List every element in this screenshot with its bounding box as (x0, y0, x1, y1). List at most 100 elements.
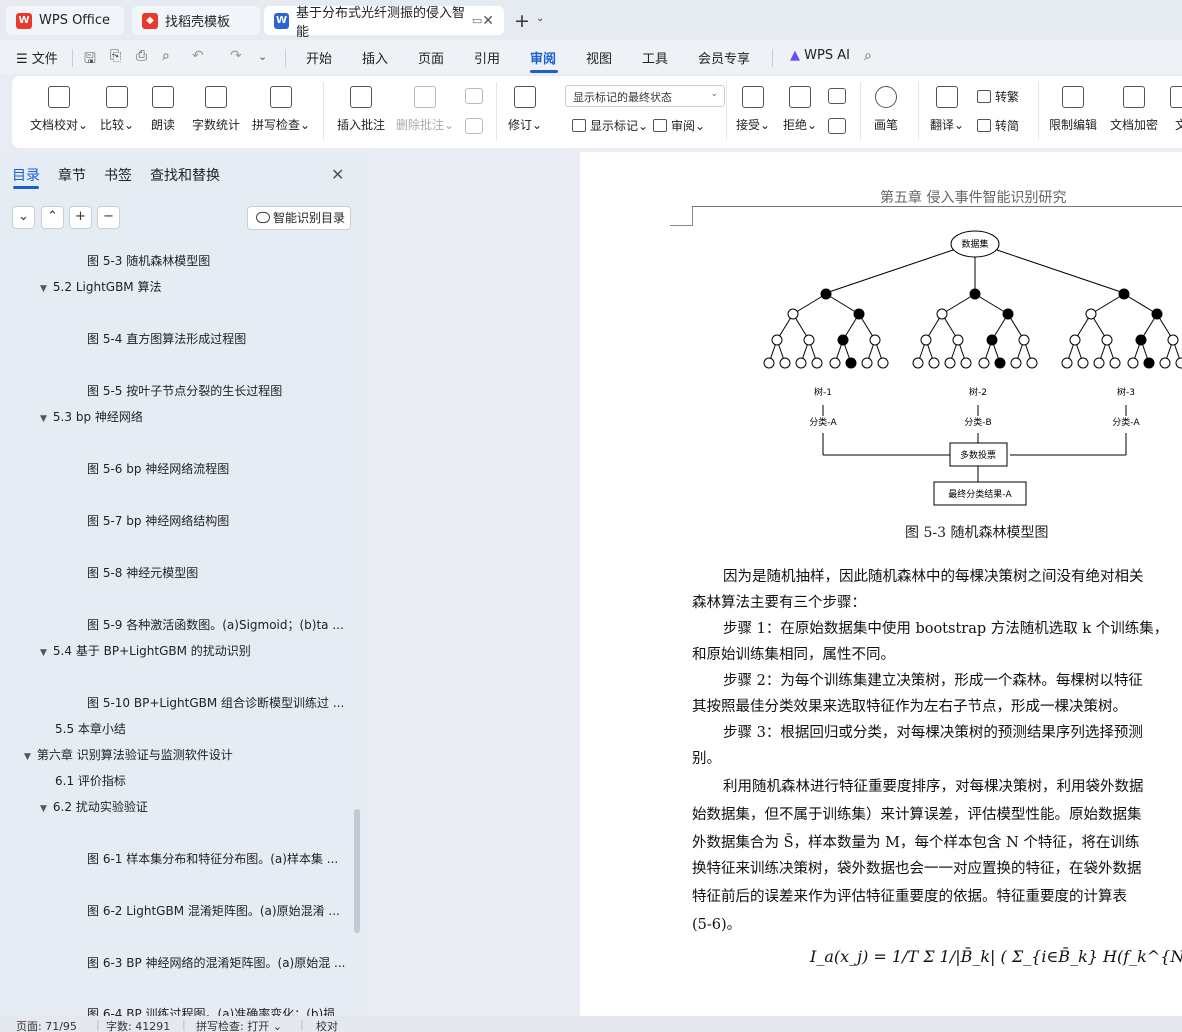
show-markup-button[interactable]: 显示标记⌄ (572, 117, 648, 134)
tree-node (787, 308, 799, 320)
compare-button[interactable]: 比较⌄ (100, 86, 134, 133)
menu-tools[interactable]: 工具 (642, 48, 668, 67)
toc-list: 图 5-3 随机森林模型图 ▼ 5.2 LightGBM 算法 图 5-4 直方图… (0, 242, 352, 1016)
promote-button[interactable]: + (69, 206, 92, 229)
read-aloud-button[interactable]: 朗读 (151, 86, 175, 133)
divider (726, 82, 727, 140)
smart-toc-button[interactable]: 智能识别目录 (247, 206, 351, 230)
toc-item[interactable]: ▼ 第六章 识别算法验证与监测软件设计 (24, 746, 233, 763)
chevron-down-icon[interactable]: ⌄ (536, 13, 544, 24)
print-icon[interactable]: ⎙ (136, 48, 147, 64)
markup-state-select[interactable]: 显示标记的最终状态 ⌄ (565, 85, 725, 107)
reject-button[interactable]: 拒绝⌄ (783, 86, 817, 133)
to-traditional-button[interactable]: 转繁 (977, 88, 1019, 105)
status-page[interactable]: 页面: 71/95 (16, 1018, 77, 1032)
close-tab-icon[interactable]: ✕ (482, 13, 494, 29)
wps-ai-button[interactable]: ▲ WPS AI (790, 48, 850, 63)
doc-encrypt-button[interactable]: 文档加密 (1110, 86, 1158, 133)
toc-item[interactable]: 图 5-9 各种激活函数图。(a)Sigmoid；(b)ta ... (87, 616, 344, 633)
delete-comment-button[interactable]: 删除批注⌄ (396, 86, 454, 133)
menu-view[interactable]: 视图 (586, 48, 612, 67)
toc-item[interactable]: 图 5-10 BP+LightGBM 组合诊断模型训练过 ... (87, 694, 344, 711)
toc-item[interactable]: ▼ 6.2 扰动实验验证 (40, 798, 148, 815)
status-word-count[interactable]: 字数: 41291 (106, 1018, 170, 1032)
toc-item[interactable]: 图 5-5 按叶子节点分裂的生长过程图 (87, 382, 282, 399)
print-preview-icon[interactable]: ⌕ (162, 48, 170, 64)
more-ribbon-button[interactable]: 文 (1170, 86, 1182, 133)
nav-tab-find-replace[interactable]: 查找和替换 (150, 165, 220, 185)
menu-reference[interactable]: 引用 (474, 48, 500, 67)
to-simplified-button[interactable]: 转简 (977, 117, 1019, 134)
doc-check-button[interactable]: 文档校对⌄ (30, 86, 88, 133)
tree-node (1101, 334, 1113, 346)
document-page[interactable]: 第五章 侵入事件智能识别研究 数据集 树-1 树-2 树-3 分类-A 分类-B… (580, 152, 1182, 1016)
prev-change-icon (828, 88, 846, 104)
insert-comment-button[interactable]: 插入批注 (337, 86, 385, 133)
toc-item[interactable]: 图 5-7 bp 神经网络结构图 (87, 512, 229, 529)
toc-item[interactable]: ▼ 5.2 LightGBM 算法 (40, 278, 161, 295)
search-icon[interactable]: ⌕ (864, 48, 872, 64)
close-icon[interactable]: ✕ (331, 165, 344, 184)
demote-button[interactable]: − (97, 206, 120, 229)
toc-item[interactable]: 图 6-1 样本集分布和特征分布图。(a)样本集 ... (87, 850, 338, 867)
nav-tab-chapters[interactable]: 章节 (58, 165, 86, 185)
prev-change-button[interactable] (828, 88, 846, 134)
status-spell-check[interactable]: 拼写检查: 打开 ⌄ (196, 1018, 282, 1032)
expand-arrow-icon[interactable]: ▼ (40, 414, 47, 424)
toc-item[interactable]: 图 5-6 bp 神经网络流程图 (87, 460, 229, 477)
save-icon[interactable]: 🖫 (84, 48, 96, 72)
collapse-down-button[interactable]: ⌄ (12, 206, 35, 229)
expand-arrow-icon[interactable]: ▼ (24, 752, 31, 762)
tab-document[interactable]: W 基于分布式光纤测振的侵入智能 ▭ ✕ (264, 6, 504, 40)
revise-button[interactable]: 修订⌄ (508, 86, 542, 133)
tab-wps-office[interactable]: W WPS Office (6, 6, 124, 35)
prev-comment-button[interactable] (465, 88, 483, 134)
toc-item[interactable]: 图 6-4 BP 训练过程图。(a)准确率变化；(b)损 (87, 1005, 335, 1016)
more-icon[interactable]: ⌄ (258, 50, 267, 63)
body-text: 和原始训练集相同，属性不同。 (692, 647, 895, 663)
menu-file[interactable]: ☰ 文件 (16, 48, 58, 67)
redo-icon[interactable]: ↷ (230, 48, 242, 64)
undo-icon[interactable]: ↶ (192, 48, 204, 64)
body-text: 换特征来训练决策树，袋外数据也会一一对应置换的特征，在袋外数据 (692, 861, 1142, 877)
accept-button[interactable]: 接受⌄ (736, 86, 770, 133)
toc-item[interactable]: 5.5 本章小结 (55, 720, 126, 737)
nav-tab-toc[interactable]: 目录 (12, 165, 40, 185)
docer-logo-icon: ◆ (142, 12, 158, 29)
new-tab-icon[interactable]: + (514, 10, 530, 32)
menu-review[interactable]: 审阅 (530, 48, 556, 67)
review-pane-button[interactable]: 审阅⌄ (653, 117, 705, 134)
toc-item[interactable]: 图 6-2 LightGBM 混淆矩阵图。(a)原始混淆 ... (87, 902, 340, 919)
menu-member[interactable]: 会员专享 (698, 48, 750, 67)
pen-button[interactable]: 画笔 (874, 86, 898, 133)
collapse-up-button[interactable]: ⌃ (41, 206, 64, 229)
toc-item[interactable]: 图 6-3 BP 神经网络的混淆矩阵图。(a)原始混 ... (87, 954, 346, 971)
menu-insert[interactable]: 插入 (362, 48, 388, 67)
toc-item[interactable]: ▼ 5.3 bp 神经网络 (40, 408, 143, 425)
menu-page[interactable]: 页面 (418, 48, 444, 67)
expand-arrow-icon[interactable]: ▼ (40, 648, 47, 658)
toc-item[interactable]: 图 5-4 直方图算法形成过程图 (87, 330, 246, 347)
word-count-button[interactable]: 字数统计 (192, 86, 240, 133)
share-icon[interactable]: ⎘ (110, 48, 121, 64)
toc-item[interactable]: 图 5-8 神经元模型图 (87, 564, 198, 581)
tree-node (811, 357, 823, 369)
toc-item[interactable]: ▼ 5.4 基于 BP+LightGBM 的扰动识别 (40, 642, 251, 659)
restrict-edit-button[interactable]: 限制编辑 (1049, 86, 1097, 133)
toc-item[interactable]: 图 5-3 随机森林模型图 (87, 252, 210, 269)
expand-arrow-icon[interactable]: ▼ (40, 284, 47, 294)
translate-button[interactable]: 翻译⌄ (930, 86, 964, 133)
fig-class-label: 分类-B (964, 416, 991, 428)
status-proofread[interactable]: 校对 (316, 1018, 338, 1032)
toc-scrollbar[interactable] (354, 809, 360, 933)
menu-start[interactable]: 开始 (306, 48, 332, 67)
tab-template[interactable]: ◆ 找稻壳模板 (132, 6, 260, 35)
divider (323, 82, 324, 140)
margin-mark (670, 225, 693, 226)
fig-class-label: 分类-A (1112, 416, 1140, 428)
spell-check-button[interactable]: 拼写检查⌄ (252, 86, 310, 133)
body-text: 步骤 2：为每个训练集建立决策树，形成一个森林。每棵树以特征 (723, 673, 1143, 689)
expand-arrow-icon[interactable]: ▼ (40, 804, 47, 814)
nav-tab-bookmarks[interactable]: 书签 (104, 165, 132, 185)
toc-item[interactable]: 6.1 评价指标 (55, 772, 126, 789)
